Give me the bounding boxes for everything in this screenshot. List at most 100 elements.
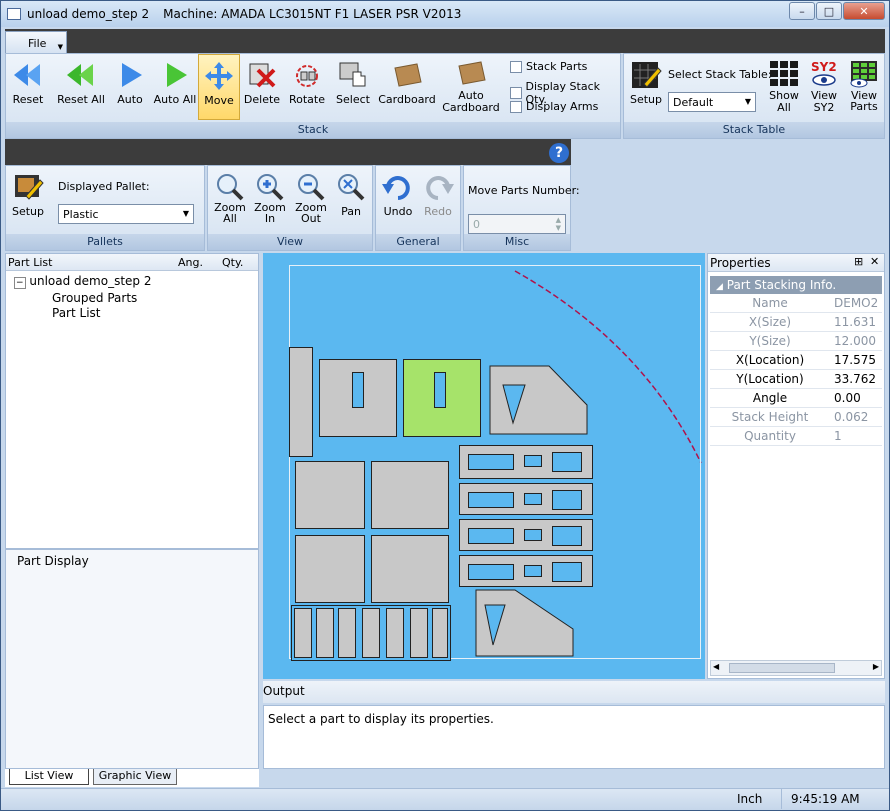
stack-table-select[interactable]: Default ▼ <box>668 92 756 112</box>
prop-value[interactable]: 33.762 <box>834 372 876 386</box>
part-bar[interactable] <box>316 608 334 658</box>
part-frame[interactable] <box>459 555 593 587</box>
part-frame[interactable] <box>459 483 593 515</box>
properties-header: Properties ⊞ ✕ <box>708 254 884 272</box>
dropdown-arrow-icon: ▼ <box>57 43 63 51</box>
move-button[interactable]: Move <box>198 54 240 120</box>
reset-all-label: Reset All <box>57 93 105 106</box>
prop-row-quantity[interactable]: Quantity 1 <box>710 427 882 446</box>
part-bar[interactable] <box>410 608 428 658</box>
maximize-button[interactable]: □ <box>816 2 842 20</box>
part-frame[interactable] <box>459 445 593 479</box>
view-sy2-button[interactable]: SY2 View SY2 <box>806 54 842 120</box>
show-all-button[interactable]: Show All <box>764 54 804 120</box>
rotate-button[interactable]: Rotate <box>286 54 328 120</box>
checkbox-box[interactable] <box>510 100 522 113</box>
pallets-setup-button[interactable]: Setup <box>8 166 48 232</box>
file-menu[interactable]: File ▼ <box>5 31 67 53</box>
zoom-in-button[interactable]: Zoom In <box>250 166 290 232</box>
close-icon[interactable]: ✕ <box>870 255 879 268</box>
stack-group-label: Stack <box>6 122 620 138</box>
redo-button[interactable]: Redo <box>418 166 458 232</box>
collapse-icon[interactable]: − <box>14 277 26 289</box>
part-bar[interactable] <box>294 608 312 658</box>
pallet-select[interactable]: Plastic ▼ <box>58 204 194 224</box>
close-button[interactable]: ✕ <box>843 2 885 20</box>
prop-value[interactable]: 17.575 <box>834 353 876 367</box>
reset-button[interactable]: Reset <box>8 54 48 120</box>
cardboard-button[interactable]: Cardboard <box>376 54 438 120</box>
view-tabs: List View Graphic View <box>5 769 259 787</box>
part-plate[interactable] <box>319 359 397 437</box>
properties-section[interactable]: ◢ Part Stacking Info. <box>710 276 882 294</box>
delete-button[interactable]: Delete <box>242 54 282 120</box>
prop-value[interactable]: 0.00 <box>834 391 861 405</box>
stack-parts-label: Stack Parts <box>526 60 588 73</box>
checkbox-box[interactable] <box>510 87 522 99</box>
prop-row-x-location[interactable]: X(Location) 17.575 <box>710 351 882 370</box>
part-panel[interactable] <box>295 461 365 529</box>
scroll-right-icon[interactable]: ▶ <box>873 662 879 671</box>
spin-up-icon[interactable]: ▲ <box>556 216 561 224</box>
tree-item-grouped-parts[interactable]: Grouped Parts <box>14 291 151 306</box>
prop-value: 1 <box>834 429 842 443</box>
auto-all-button[interactable]: Auto All <box>150 54 200 120</box>
tab-list-view[interactable]: List View <box>9 769 89 785</box>
auto-cardboard-button[interactable]: Auto Cardboard <box>440 54 502 120</box>
select-stack-table-label: Select Stack Table: <box>668 68 772 81</box>
part-triangle-bracket[interactable] <box>489 365 589 435</box>
part-list-col-ang[interactable]: Ang. <box>178 256 203 269</box>
prop-row-stack-height[interactable]: Stack Height 0.062 <box>710 408 882 427</box>
tree-item-part-list[interactable]: Part List <box>14 306 151 321</box>
checkbox-box[interactable] <box>510 60 522 73</box>
prop-row-y-location[interactable]: Y(Location) 33.762 <box>710 370 882 389</box>
help-button[interactable]: ? <box>549 143 569 163</box>
reset-all-button[interactable]: Reset All <box>52 54 110 120</box>
part-list-col-qty[interactable]: Qty. <box>222 256 243 269</box>
rotate-icon <box>296 65 318 87</box>
auto-button[interactable]: Auto <box>110 54 150 120</box>
title-bar: unload demo_step 2 Machine: AMADA LC3015… <box>1 1 889 27</box>
part-bar[interactable] <box>338 608 356 658</box>
pan-label: Pan <box>341 205 361 218</box>
part-bar-group[interactable] <box>291 605 451 661</box>
part-small-strips[interactable] <box>289 347 313 457</box>
prop-row-y-size[interactable]: Y(Size) 12.000 <box>710 332 882 351</box>
part-bar[interactable] <box>386 608 404 658</box>
redo-label: Redo <box>424 205 452 218</box>
pin-icon[interactable]: ⊞ <box>854 255 863 268</box>
part-frame[interactable] <box>459 519 593 551</box>
scroll-thumb[interactable] <box>729 663 835 673</box>
stack-table-setup-button[interactable]: Setup <box>626 54 666 120</box>
select-button[interactable]: Select <box>332 54 374 120</box>
prop-row-name[interactable]: Name DEMO2 <box>710 294 882 313</box>
properties-title: Properties <box>710 256 771 270</box>
zoom-all-button[interactable]: Zoom All <box>210 166 250 232</box>
prop-row-x-size[interactable]: X(Size) 11.631 <box>710 313 882 332</box>
part-bar[interactable] <box>362 608 380 658</box>
double-left-green-arrow-icon <box>67 64 93 86</box>
undo-button[interactable]: Undo <box>378 166 418 232</box>
part-bar[interactable] <box>432 608 448 658</box>
zoom-out-button[interactable]: Zoom Out <box>290 166 332 232</box>
part-triangle-bracket[interactable] <box>475 589 575 657</box>
part-plate-selected[interactable] <box>403 359 481 437</box>
prop-row-angle[interactable]: Angle 0.00 <box>710 389 882 408</box>
output-title: Output <box>263 684 305 698</box>
part-list-col-name[interactable]: Part List <box>8 256 52 269</box>
scroll-left-icon[interactable]: ◀ <box>713 662 719 671</box>
display-arms-checkbox[interactable]: Display Arms <box>510 100 598 113</box>
pan-button[interactable]: Pan <box>332 166 370 232</box>
part-panel[interactable] <box>295 535 365 603</box>
move-parts-number-input[interactable]: 0 ▲ ▼ <box>468 214 566 234</box>
select-hand-icon <box>339 62 366 87</box>
spin-down-icon[interactable]: ▼ <box>556 224 561 232</box>
stack-parts-checkbox[interactable]: Stack Parts <box>510 60 587 73</box>
view-parts-button[interactable]: View Parts <box>844 54 884 120</box>
part-panel[interactable] <box>371 535 449 603</box>
horizontal-scrollbar[interactable]: ◀ ▶ <box>710 660 882 676</box>
tab-graphic-view[interactable]: Graphic View <box>93 769 177 785</box>
tree-root[interactable]: − unload demo_step 2 <box>14 274 151 291</box>
part-panel[interactable] <box>371 461 449 529</box>
minimize-button[interactable]: – <box>789 2 815 20</box>
